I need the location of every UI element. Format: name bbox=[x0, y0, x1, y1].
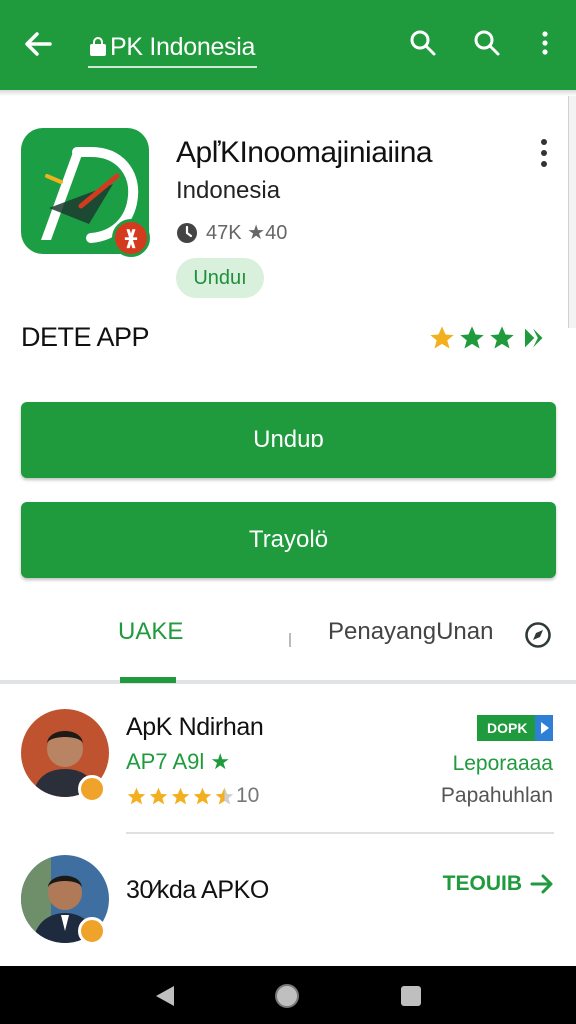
half-star-icon bbox=[215, 787, 234, 804]
header-shadow bbox=[0, 90, 576, 96]
tag-badge[interactable]: DOPK bbox=[477, 715, 553, 741]
app-meta-text: 47K ★40 bbox=[206, 222, 288, 244]
list-item-title: 30⁄kda APKO bbox=[126, 876, 269, 904]
arrow-right-icon bbox=[530, 874, 553, 894]
compass-icon[interactable] bbox=[524, 621, 552, 649]
list-item-subtitle: AP7 A9l ★ bbox=[126, 749, 231, 774]
tab-penayang[interactable]: PenayangUnan bbox=[328, 618, 493, 646]
list-item-right-line2: Papahuhlan bbox=[440, 784, 553, 807]
list-item-title: ApK Ndirhan bbox=[126, 713, 264, 741]
star-icon bbox=[490, 326, 514, 349]
more-vert-icon[interactable] bbox=[530, 28, 560, 58]
secondary-button[interactable]: Trayolö bbox=[21, 502, 556, 578]
arrow-back-icon[interactable] bbox=[20, 26, 56, 62]
star-icon bbox=[127, 787, 146, 804]
tab-indicator bbox=[120, 677, 176, 683]
tabs-divider bbox=[0, 680, 576, 684]
list-divider bbox=[126, 832, 554, 834]
list-item-rating: 10 bbox=[126, 784, 259, 808]
tab-uake[interactable]: UAKE bbox=[118, 618, 183, 646]
app-name: ApľKInoomajiniaiina bbox=[176, 136, 433, 169]
nav-recents-icon[interactable] bbox=[401, 986, 421, 1006]
shopping-bag-icon bbox=[90, 37, 106, 56]
badge-icon bbox=[78, 917, 106, 945]
search-bar[interactable]: PK Indonesia bbox=[88, 28, 258, 68]
top-app-bar: PK Indonesia bbox=[0, 0, 576, 90]
rating-stars bbox=[428, 324, 546, 352]
section-title: DETE APP bbox=[21, 322, 150, 352]
play-arrow-icon bbox=[541, 722, 549, 734]
rating-value: 10 bbox=[236, 784, 260, 807]
page-title: PK Indonesia bbox=[110, 32, 256, 61]
link-label: TEOUIB bbox=[442, 872, 522, 895]
star-icon bbox=[460, 326, 484, 349]
install-button[interactable]: Unduɒ bbox=[21, 402, 556, 478]
star-icon bbox=[430, 326, 454, 349]
more-vert-icon[interactable] bbox=[536, 138, 552, 168]
tab-separator bbox=[289, 633, 291, 647]
download-chip[interactable]: Unduı bbox=[176, 258, 264, 298]
clock-icon bbox=[177, 222, 197, 243]
star-icon bbox=[171, 787, 190, 804]
badge-icon bbox=[78, 775, 106, 803]
scrollbar[interactable] bbox=[568, 96, 576, 328]
search-icon[interactable] bbox=[408, 28, 438, 58]
nav-back-icon[interactable] bbox=[154, 984, 176, 1008]
app-developer[interactable]: Indonesia bbox=[176, 177, 280, 205]
app-meta: 47K ★40 bbox=[176, 220, 287, 245]
search-icon[interactable] bbox=[472, 28, 502, 58]
app-badge-icon: ᚕ bbox=[112, 219, 150, 257]
star-icon bbox=[149, 787, 168, 804]
tag-label: DOPK bbox=[487, 720, 528, 736]
see-more-link[interactable]: TEOUIB bbox=[443, 872, 554, 896]
list-item-right-line1[interactable]: Leporaaaa bbox=[453, 752, 553, 776]
half-star-icon bbox=[525, 328, 543, 348]
star-icon bbox=[193, 787, 212, 804]
nav-home-icon[interactable] bbox=[275, 984, 299, 1008]
